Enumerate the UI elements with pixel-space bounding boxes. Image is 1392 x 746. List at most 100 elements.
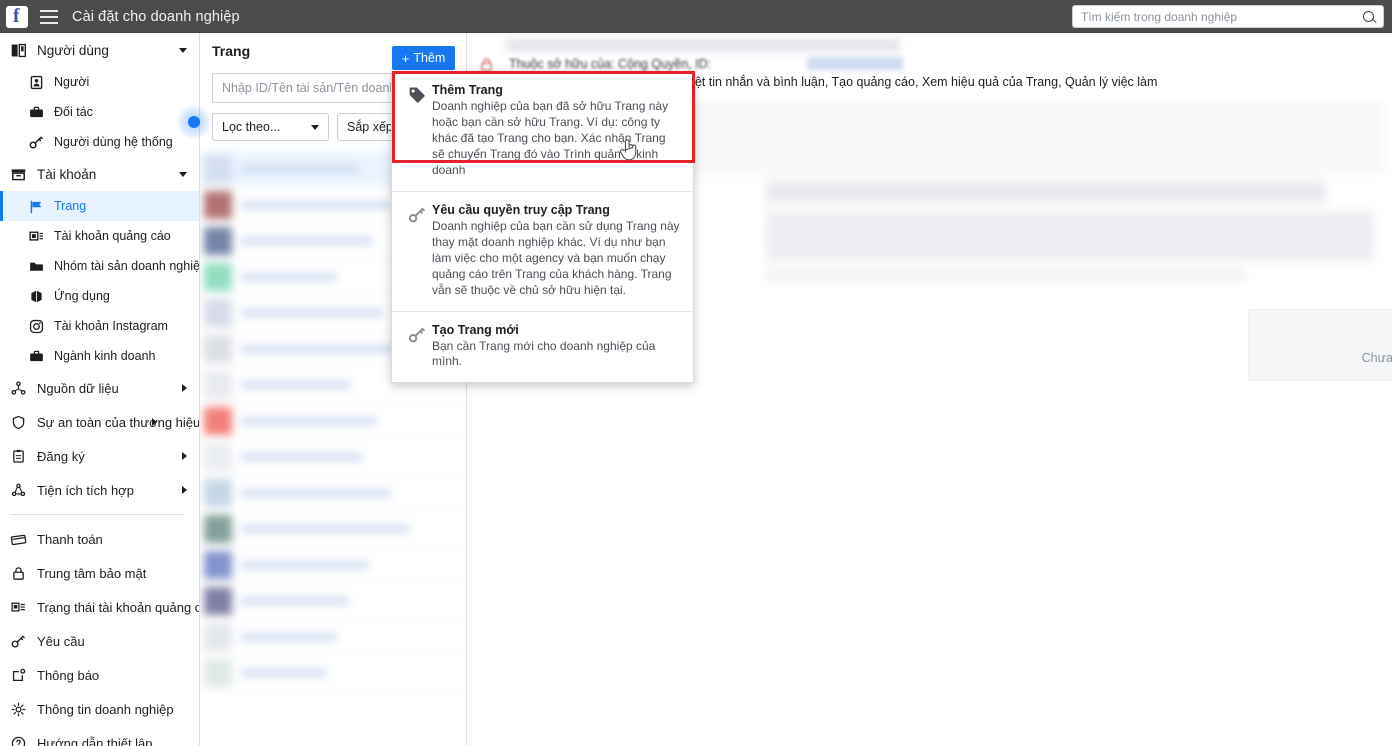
chevron-right-icon — [182, 383, 187, 392]
dropdown-item-body: Tạo Trang mới Bạn cần Trang mới cho doan… — [432, 323, 681, 371]
sidebar-item-nhom-tai-san[interactable]: Nhóm tài sản doanh nghiệp — [0, 251, 199, 281]
chevron-right-icon — [182, 451, 187, 460]
sidebar-item-label: Tài khoản quảng cáo — [54, 229, 171, 243]
page-owner-text: Thuộc sở hữu của: Cộng Quyền, ID: — [509, 57, 712, 71]
dropdown-item-them-trang[interactable]: Thêm Trang Doanh nghiệp của bạn đã sở hữ… — [392, 72, 693, 191]
dropdown-item-tao-trang-moi[interactable]: Tạo Trang mới Bạn cần Trang mới cho doan… — [392, 310, 693, 383]
page-list-item[interactable] — [200, 583, 466, 619]
page-list-item[interactable] — [200, 547, 466, 583]
sidebar-item-thong-tin-doanh-nghiep[interactable]: Thông tin doanh nghiệp — [0, 692, 199, 726]
global-search[interactable] — [1072, 5, 1384, 28]
filter-dropdown[interactable]: Lọc theo... — [212, 113, 329, 141]
page-name-placeholder — [241, 524, 409, 533]
chevron-down-icon — [179, 172, 187, 177]
sidebar-item-label: Thanh toán — [37, 531, 103, 547]
page-avatar — [204, 514, 232, 543]
sidebar-item-label: Trạng thái tài khoản quảng cáo — [37, 599, 200, 615]
page-name-placeholder — [241, 452, 363, 461]
hamburger-menu-icon[interactable] — [40, 9, 58, 24]
flag-icon — [30, 200, 42, 213]
page-name-placeholder — [241, 668, 327, 677]
chevron-down-icon — [311, 124, 319, 130]
sidebar-item-an-toan-thuong-hieu[interactable]: Sự an toàn của thương hiệu — [0, 405, 199, 439]
sidebar-item-nguoi[interactable]: Người — [0, 67, 199, 97]
sidebar-item-nguoi-dung-he-thong[interactable]: Người dùng hệ thống — [0, 127, 199, 157]
archive-box-icon — [11, 168, 26, 180]
page-list-item[interactable] — [200, 439, 466, 475]
sidebar-item-nguon-du-lieu[interactable]: Nguồn dữ liệu — [0, 371, 199, 405]
page-list-item[interactable] — [200, 403, 466, 439]
page-list-item[interactable] — [200, 511, 466, 547]
sidebar-item-huong-dan-thiet-lap[interactable]: Hướng dẫn thiết lập — [0, 726, 199, 746]
add-page-dropdown-menu[interactable]: Thêm Trang Doanh nghiệp của bạn đã sở hữ… — [391, 71, 694, 384]
dropdown-item-yeu-cau-quyen-truy-cap-trang[interactable]: Yêu cầu quyền truy cập Trang Doanh nghiệ… — [392, 190, 693, 311]
sidebar-item-label: Tiện ích tích hợp — [37, 482, 134, 498]
dropdown-item-title: Thêm Trang — [432, 83, 503, 97]
facebook-logo-icon[interactable] — [6, 5, 28, 28]
dropdown-item-title: Tạo Trang mới — [432, 322, 519, 337]
page-list-item[interactable] — [200, 475, 466, 511]
page-avatar — [204, 190, 232, 219]
page-avatar — [204, 154, 232, 183]
sidebar-item-trang[interactable]: Trang — [0, 191, 199, 221]
page-name-placeholder — [241, 164, 359, 173]
sidebar-item-thanh-toan[interactable]: Thanh toán — [0, 522, 199, 556]
sidebar-item-dang-ky[interactable]: Đăng ký — [0, 439, 199, 473]
payment-card-icon — [10, 534, 27, 545]
sidebar: Người dùng Người Đối tác Người dùng hệ t — [0, 33, 200, 746]
sidebar-item-label: Ứng dụng — [54, 289, 110, 303]
search-icon — [1359, 7, 1383, 27]
empty-people-text: Chưa có ai được kết nối. Hãy thêm người … — [1361, 351, 1392, 365]
sidebar-item-label: Yêu cầu — [37, 633, 85, 649]
sidebar-item-tien-ich-tich-hop[interactable]: Tiện ích tích hợp — [0, 473, 199, 507]
briefcase-icon — [30, 106, 43, 117]
page-avatar — [204, 226, 232, 255]
plus-icon: + — [401, 50, 410, 66]
sidebar-group-tai-khoan[interactable]: Tài khoản — [0, 157, 199, 191]
sidebar-group-nguoi-dung[interactable]: Người dùng — [0, 33, 199, 67]
page-name-placeholder — [241, 632, 337, 641]
page-name-placeholder — [241, 272, 337, 281]
sidebar-item-label: Thông báo — [37, 667, 100, 683]
ad-status-icon — [11, 602, 25, 612]
question-circle-icon — [11, 736, 26, 746]
dropdown-item-title: Yêu cầu quyền truy cập Trang — [432, 202, 610, 217]
app-cube-icon — [31, 290, 42, 302]
empty-people-card: Chưa có ai được kết nối. Hãy thêm người … — [1248, 309, 1392, 381]
sidebar-item-tai-khoan-quang-cao[interactable]: Tài khoản quảng cáo — [0, 221, 199, 251]
integrations-icon — [11, 483, 26, 496]
sidebar-item-yeu-cau[interactable]: Yêu cầu — [0, 624, 199, 658]
people-section-desc-placeholder — [766, 211, 1374, 261]
page-owner-id-placeholder — [807, 57, 903, 70]
tag-icon — [402, 83, 432, 179]
sidebar-item-thong-bao[interactable]: Thông báo — [0, 658, 199, 692]
key-icon — [29, 136, 43, 149]
sidebar-item-doi-tac[interactable]: Đối tác — [0, 97, 199, 127]
sidebar-group-label: Người dùng — [37, 42, 109, 58]
page-name-placeholder — [241, 488, 391, 497]
page-avatar — [204, 586, 232, 615]
page-list-item[interactable] — [200, 655, 466, 691]
notification-icon — [12, 668, 26, 681]
sidebar-item-trung-tam-bao-mat[interactable]: Trung tâm bảo mật — [0, 556, 199, 590]
page-avatar — [204, 262, 232, 291]
people-section-sub-placeholder — [766, 269, 1246, 281]
key-icon — [11, 635, 25, 648]
sidebar-item-ung-dung[interactable]: Ứng dụng — [0, 281, 199, 311]
sidebar-item-label: Nhóm tài sản doanh nghiệp — [54, 259, 200, 273]
sidebar-item-trang-thai-tk-quang-cao[interactable]: Trạng thái tài khoản quảng cáo — [0, 590, 199, 624]
sidebar-item-instagram[interactable]: Tài khoản Instagram — [0, 311, 199, 341]
page-list-item[interactable] — [200, 619, 466, 655]
chevron-right-icon — [152, 417, 157, 426]
person-card-icon — [30, 75, 43, 89]
sidebar-item-label: Ngành kinh doanh — [54, 349, 156, 363]
page-name-placeholder — [241, 596, 349, 605]
page-avatar — [204, 442, 232, 471]
sidebar-item-nganh-kinh-doanh[interactable]: Ngành kinh doanh — [0, 341, 199, 371]
page-name-placeholder — [241, 416, 377, 425]
instagram-icon — [29, 319, 44, 333]
sidebar-item-label: Trang — [54, 199, 87, 213]
add-page-button[interactable]: + Thêm — [392, 46, 455, 70]
search-input[interactable] — [1073, 9, 1359, 24]
key-icon — [402, 323, 432, 371]
